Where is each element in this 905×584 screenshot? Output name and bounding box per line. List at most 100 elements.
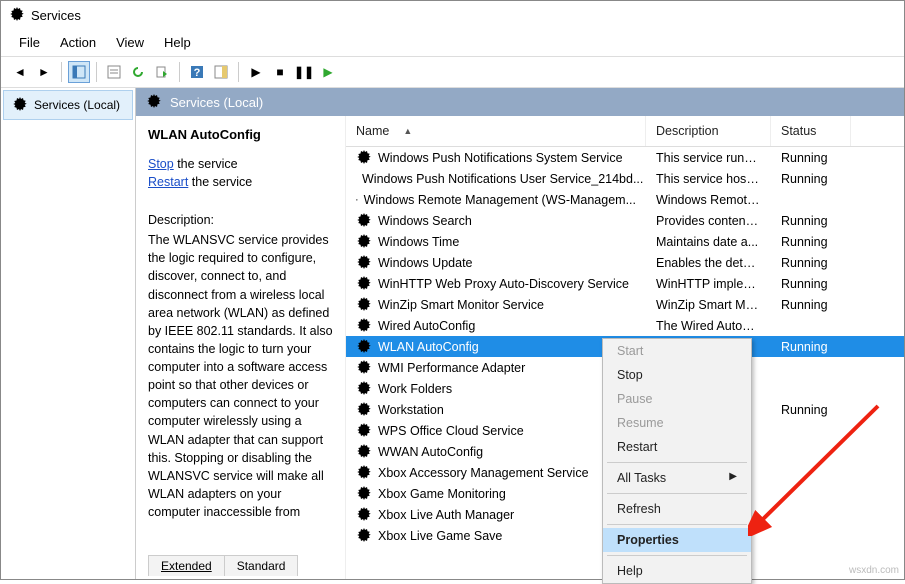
cell-status [771,535,851,537]
services-icon [12,97,28,113]
cell-status [771,367,851,369]
service-icon [356,150,372,166]
show-hide-action-button[interactable] [210,61,232,83]
cell-status [771,451,851,453]
cell-status [771,472,851,474]
cell-status: Running [771,339,851,355]
tab-extended[interactable]: Extended [148,555,224,576]
cell-desc: Enables the detec... [646,255,771,271]
cell-name: Workstation [346,401,646,419]
service-row[interactable]: Windows UpdateEnables the detec...Runnin… [346,252,904,273]
cell-status: Running [771,276,851,292]
cell-name: Xbox Live Game Save [346,527,646,545]
forward-button[interactable]: ► [33,61,55,83]
service-icon [356,297,372,313]
cell-name: Work Folders [346,380,646,398]
cell-status [771,493,851,495]
separator [607,493,747,494]
col-status[interactable]: Status [771,116,851,146]
ctx-all-tasks[interactable]: All Tasks▶ [603,466,751,490]
cell-status: Running [771,234,851,250]
show-hide-tree-button[interactable] [68,61,90,83]
menu-help[interactable]: Help [156,33,199,52]
stop-link[interactable]: Stop [148,157,174,171]
cell-status [771,430,851,432]
cell-status: Running [771,213,851,229]
separator [179,62,180,82]
menu-action[interactable]: Action [52,33,104,52]
cell-status [771,514,851,516]
cell-status: Running [771,171,851,187]
sort-indicator-icon: ▲ [403,126,412,136]
cell-name: Xbox Accessory Management Service [346,464,646,482]
ctx-refresh[interactable]: Refresh [603,497,751,521]
ctx-help[interactable]: Help [603,559,751,583]
detail-pane: WLAN AutoConfig Stop the service Restart… [136,116,346,579]
back-button[interactable]: ◄ [9,61,31,83]
service-icon [356,402,372,418]
tab-standard[interactable]: Standard [224,555,299,576]
service-row[interactable]: Windows Push Notifications System Servic… [346,147,904,168]
description-body: The WLANSVC service provides the logic r… [148,231,333,521]
cell-name: Windows Remote Management (WS-Managem... [346,191,646,209]
ctx-stop[interactable]: Stop [603,363,751,387]
refresh-button[interactable] [127,61,149,83]
stop-service-button[interactable]: ■ [269,61,291,83]
service-icon [356,423,372,439]
cell-name: Windows Time [346,233,646,251]
watermark: wsxdn.com [849,565,899,576]
export-button[interactable] [151,61,173,83]
service-row[interactable]: Windows SearchProvides content ...Runnin… [346,210,904,231]
start-service-button[interactable]: ▶ [245,61,267,83]
menu-file[interactable]: File [11,33,48,52]
separator [96,62,97,82]
submenu-arrow-icon: ▶ [729,471,737,482]
services-icon [9,7,25,23]
cell-desc: Windows Remote... [646,192,771,208]
ctx-start[interactable]: Start [603,339,751,363]
help-button[interactable]: ? [186,61,208,83]
service-row[interactable]: Windows TimeMaintains date a...Running [346,231,904,252]
separator [61,62,62,82]
cell-desc: The Wired AutoC... [646,318,771,334]
properties-button[interactable] [103,61,125,83]
ctx-resume[interactable]: Resume [603,411,751,435]
col-description[interactable]: Description [646,116,771,146]
cell-name: Windows Update [346,254,646,272]
restart-link[interactable]: Restart [148,175,188,189]
ctx-restart[interactable]: Restart [603,435,751,459]
service-icon [356,486,372,502]
detail-heading: WLAN AutoConfig [148,126,333,145]
service-row[interactable]: Wired AutoConfigThe Wired AutoC... [346,315,904,336]
cell-status [771,388,851,390]
ctx-properties[interactable]: Properties [603,528,751,552]
cell-desc: WinZip Smart Mo... [646,297,771,313]
service-row[interactable]: WinZip Smart Monitor ServiceWinZip Smart… [346,294,904,315]
services-icon [146,94,162,110]
separator [607,555,747,556]
cell-name: Xbox Live Auth Manager [346,506,646,524]
cell-desc: Maintains date a... [646,234,771,250]
ctx-pause[interactable]: Pause [603,387,751,411]
menu-view[interactable]: View [108,33,152,52]
service-row[interactable]: Windows Remote Management (WS-Managem...… [346,189,904,210]
service-row[interactable]: Windows Push Notifications User Service_… [346,168,904,189]
service-row[interactable]: WinHTTP Web Proxy Auto-Discovery Service… [346,273,904,294]
tree-item-services-local[interactable]: Services (Local) [3,90,133,120]
banner-label: Services (Local) [170,95,263,110]
cell-status: Running [771,255,851,271]
description-label: Description: [148,211,333,229]
separator [238,62,239,82]
service-icon [356,465,372,481]
content-banner: Services (Local) [136,88,904,116]
cell-name: WPS Office Cloud Service [346,422,646,440]
service-icon [356,381,372,397]
menubar: File Action View Help [1,29,904,56]
cell-name: Xbox Game Monitoring [346,485,646,503]
service-icon [356,213,372,229]
cell-status: Running [771,297,851,313]
restart-service-button[interactable]: ▶ [317,61,339,83]
col-name[interactable]: Name▲ [346,116,646,146]
pause-service-button[interactable]: ❚❚ [293,61,315,83]
cell-name: WMI Performance Adapter [346,359,646,377]
